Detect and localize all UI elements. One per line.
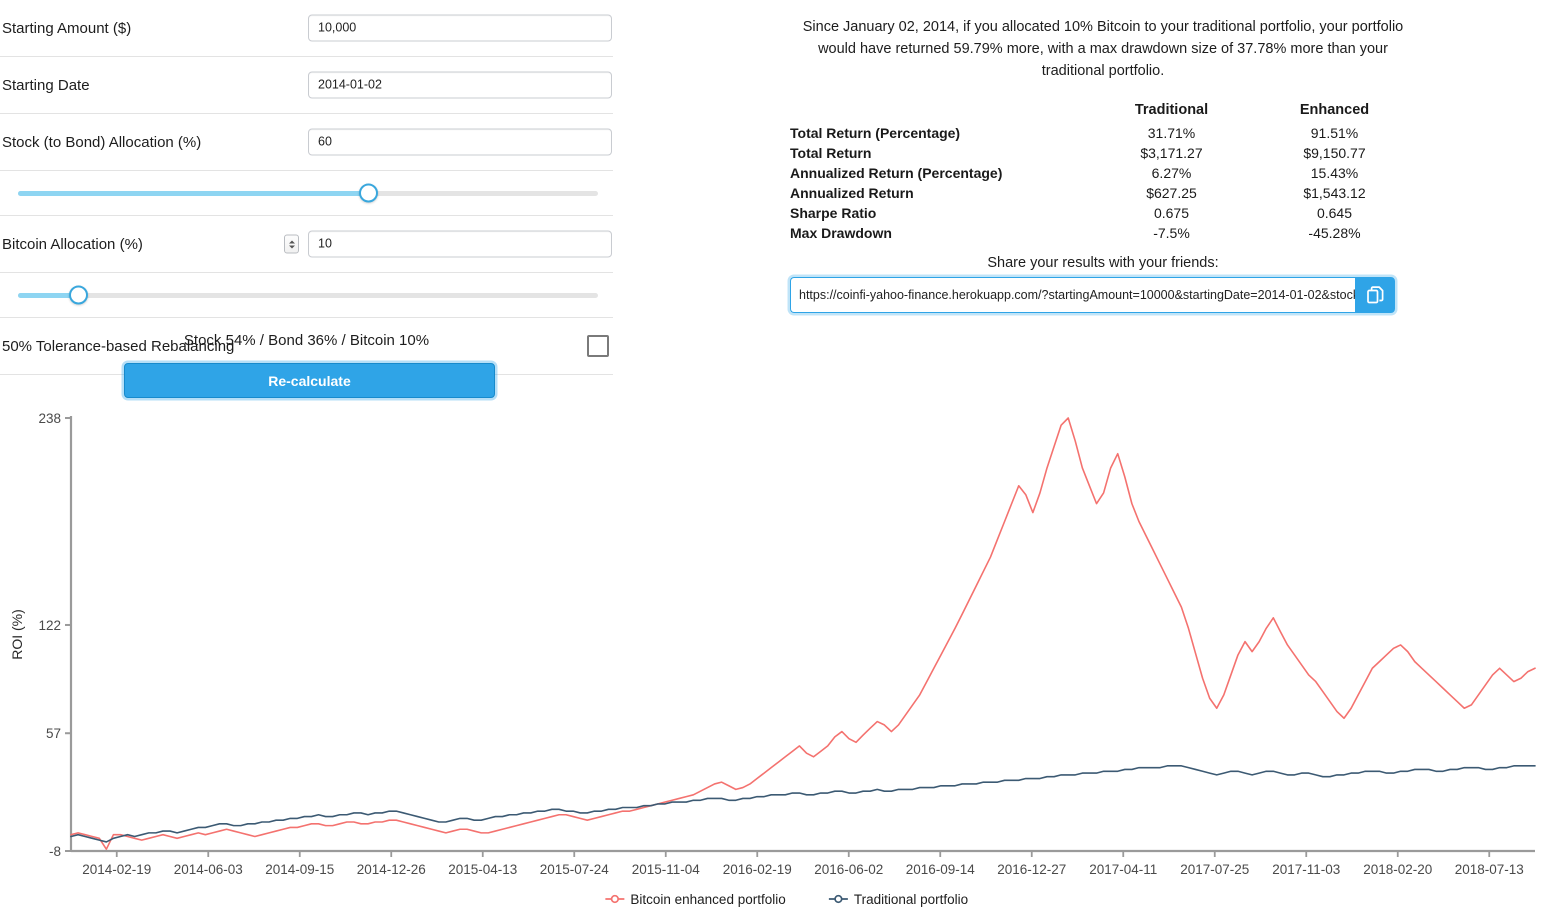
x-axis-tick-label: 2014-12-26 [357,862,426,877]
metric-column-header [790,100,1090,123]
table-row: Max Drawdown -7.5% -45.28% [790,223,1416,243]
metric-name: Total Return [790,145,872,161]
x-axis-tick-label: 2016-06-02 [814,862,883,877]
x-axis-tick-label: 2016-12-27 [997,862,1066,877]
share-label: Share your results with your friends: [987,255,1219,271]
table-row: Annualized Return $627.25 $1,543.12 [790,183,1416,203]
x-axis-tick-label: 2015-11-04 [632,862,701,877]
copy-icon [1366,286,1383,304]
bitcoin-allocation-input[interactable]: 10 [308,230,612,258]
starting-date-label: Starting Date [2,76,90,94]
metric-value-traditional: $627.25 [1146,185,1197,201]
share-url-input[interactable]: https://coinfi-yahoo-finance.herokuapp.c… [790,277,1355,313]
metric-value-enhanced: $1,543.12 [1303,185,1366,201]
bitcoin-allocation-stepper[interactable] [284,234,299,254]
y-axis-tick-label: -8 [49,844,61,859]
stock-allocation-slider[interactable] [18,183,598,203]
bitcoin-allocation-slider[interactable] [18,285,598,305]
x-axis-tick-label: 2016-02-19 [723,862,792,877]
form-row-starting-date: Starting Date 2014-01-02 [0,57,613,114]
form-row-stock-allocation: Stock (to Bond) Allocation (%) 60 [0,114,613,171]
roi-chart: 238 122 57 -8 ROI (%) 2014-02-19 2014-06-03 201… [0,398,1543,914]
share-row: https://coinfi-yahoo-finance.herokuapp.c… [790,277,1395,313]
metric-value-traditional: 31.71% [1147,125,1196,141]
form-row-bitcoin-allocation: Bitcoin Allocation (%) 10 [0,216,613,273]
y-axis-tick-label: 122 [38,618,61,633]
metric-name: Annualized Return (Percentage) [790,165,1003,181]
starting-date-input[interactable]: 2014-01-02 [308,71,612,99]
results-panel: Since January 02, 2014, if you allocated… [790,16,1416,313]
roi-chart-svg: 238 122 57 -8 ROI (%) 2014-02-19 2014-06-03 201… [9,411,1536,907]
x-axis-tick-label: 2015-04-13 [448,862,517,877]
metric-value-traditional: 0.675 [1153,205,1190,221]
metric-name: Annualized Return [790,185,914,201]
legend-marker-1 [834,894,843,904]
series-line-0 [70,417,1536,850]
starting-amount-input[interactable]: 10,000 [308,14,612,42]
stock-allocation-label: Stock (to Bond) Allocation (%) [2,133,202,151]
metric-value-traditional: 6.27% [1151,165,1192,181]
bitcoin-slider-fill [18,292,76,298]
x-axis-tick-label: 2017-07-25 [1180,862,1249,877]
stock-allocation-input[interactable]: 60 [308,128,612,156]
copy-button[interactable] [1355,277,1395,313]
x-axis-tick-label: 2014-09-15 [265,862,334,877]
results-headline: Since January 02, 2014, if you allocated… [802,19,1404,79]
legend-label-0: Bitcoin enhanced portfolio [630,892,785,907]
form-row-starting-amount: Starting Amount ($) 10,000 [0,0,613,57]
legend-marker-0 [610,894,620,904]
bitcoin-slider-handle[interactable] [68,285,88,305]
x-axis-tick-label: 2016-09-14 [906,862,976,877]
x-axis-tick-label: 2017-11-03 [1272,862,1340,877]
table-row: Total Return $3,171.27 $9,150.77 [790,143,1416,163]
metric-name: Sharpe Ratio [790,205,877,221]
metric-value-enhanced: 91.51% [1310,125,1359,141]
y-axis-tick-label: 238 [38,411,61,426]
x-axis-tick-label: 2015-07-24 [540,862,610,877]
metric-value-enhanced: -45.28% [1308,225,1361,241]
x-axis-tick-label: 2014-02-19 [82,862,151,877]
table-row: Annualized Return (Percentage) 6.27% 15.43… [790,163,1416,183]
y-axis-title: ROI (%) [9,609,25,660]
bitcoin-allocation-slider-row [0,273,613,318]
recalculate-button[interactable]: Re-calculate [124,363,495,398]
metric-value-enhanced: $9,150.77 [1303,145,1366,161]
series-line-1 [70,765,1536,843]
results-table: Traditional Enhanced Total Return (Perce… [790,100,1416,243]
enhanced-column-header: Enhanced [1299,102,1370,118]
allocation-summary: Stock 54% / Bond 36% / Bitcoin 10% [183,332,430,349]
stepper-up-icon[interactable] [288,240,295,243]
metric-value-traditional: -7.5% [1153,225,1190,241]
metric-name: Max Drawdown [790,225,892,241]
starting-amount-label: Starting Amount ($) [2,19,132,37]
stock-slider-fill [18,190,366,196]
stock-slider-handle[interactable] [358,183,378,203]
metric-value-traditional: $3,171.27 [1140,145,1203,161]
metric-name: Total Return (Percentage) [790,125,961,141]
legend-label-1: Traditional portfolio [854,892,968,907]
table-header-row: Traditional Enhanced [790,100,1416,123]
table-row: Sharpe Ratio 0.675 0.645 [790,203,1416,223]
bitcoin-allocation-label: Bitcoin Allocation (%) [2,235,143,253]
metric-value-enhanced: 15.43% [1310,165,1359,181]
table-row: Total Return (Percentage) 31.71% 91.51% [790,123,1416,143]
x-axis-tick-label: 2014-06-03 [174,862,243,877]
traditional-column-header: Traditional [1134,102,1209,118]
x-axis-tick-label: 2017-04-11 [1089,862,1157,877]
stock-allocation-slider-row [0,171,613,216]
x-axis-tick-label: 2018-02-20 [1363,862,1432,877]
x-axis-tick-label: 2018-07-13 [1455,862,1524,877]
y-axis-tick-label: 57 [46,726,61,741]
recalculate-button-label: Re-calculate [268,372,351,389]
stepper-down-icon[interactable] [288,245,295,248]
metric-value-enhanced: 0.645 [1316,205,1353,221]
settings-form: Starting Amount ($) 10,000 Starting Date… [0,0,613,375]
